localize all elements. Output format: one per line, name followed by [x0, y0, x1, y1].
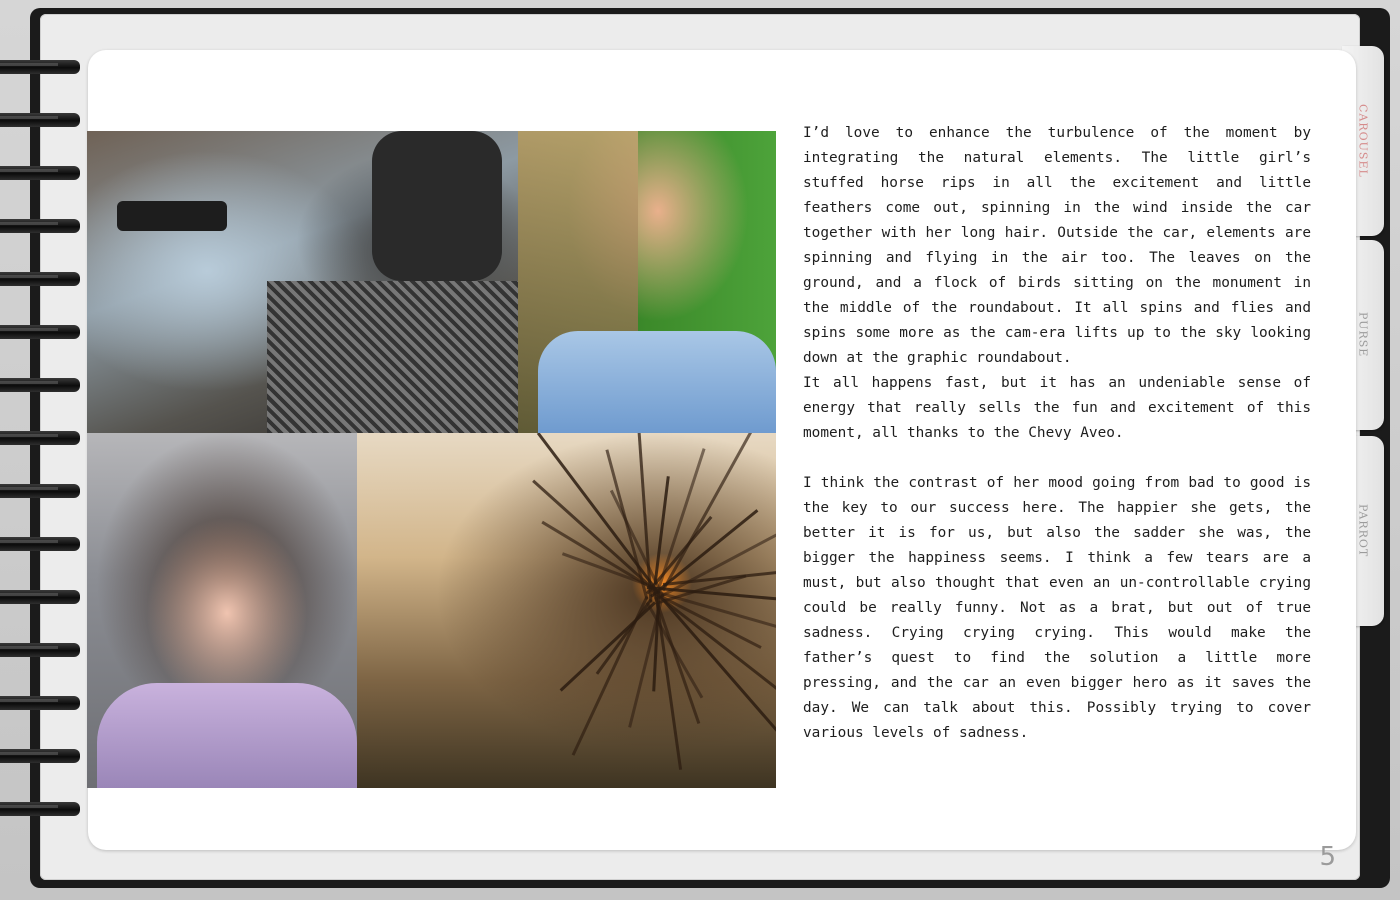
- binding-ring: [0, 484, 80, 498]
- tab-parrot-label: PARROT: [1356, 504, 1370, 558]
- lilac-coat: [97, 683, 357, 788]
- photo-smiling-girl-coat: [87, 433, 357, 788]
- binding-ring: [0, 378, 80, 392]
- hair-strand: [657, 448, 706, 588]
- photo-laughing-girl: [518, 131, 776, 433]
- hair-strand: [628, 593, 665, 728]
- binding-ring: [0, 802, 80, 816]
- binding-ring: [0, 60, 80, 74]
- photo-hair-in-wind: [357, 433, 776, 788]
- blue-dress: [538, 331, 776, 433]
- page-number: 5: [1319, 842, 1336, 872]
- tab-carousel-label: CAROUSEL: [1356, 104, 1370, 178]
- binding-ring: [0, 113, 80, 127]
- rearview-mirror: [117, 201, 227, 231]
- hair-strand: [532, 479, 657, 592]
- paragraph-3: I think the contrast of her mood going f…: [803, 475, 1311, 741]
- binding-ring: [0, 219, 80, 233]
- binding-ring: [0, 537, 80, 551]
- spiral-binding: [0, 60, 84, 840]
- binding-ring: [0, 431, 80, 445]
- binding-ring: [0, 749, 80, 763]
- binding-ring: [0, 166, 80, 180]
- hair-strand: [661, 433, 754, 592]
- checked-shirt: [267, 281, 518, 433]
- photo-car-interior-feathers: [87, 131, 518, 433]
- story-text: I’d love to enhance the turbulence of th…: [803, 121, 1311, 746]
- binding-ring: [0, 325, 80, 339]
- binding-ring: [0, 696, 80, 710]
- car-seat-headrest: [372, 131, 502, 281]
- binding-ring: [0, 272, 80, 286]
- binding-ring: [0, 590, 80, 604]
- paragraph-1: I’d love to enhance the turbulence of th…: [803, 125, 1311, 366]
- tab-purse-label: PURSE: [1356, 312, 1370, 358]
- binding-ring: [0, 643, 80, 657]
- paragraph-2: It all happens fast, but it has an unden…: [803, 375, 1311, 441]
